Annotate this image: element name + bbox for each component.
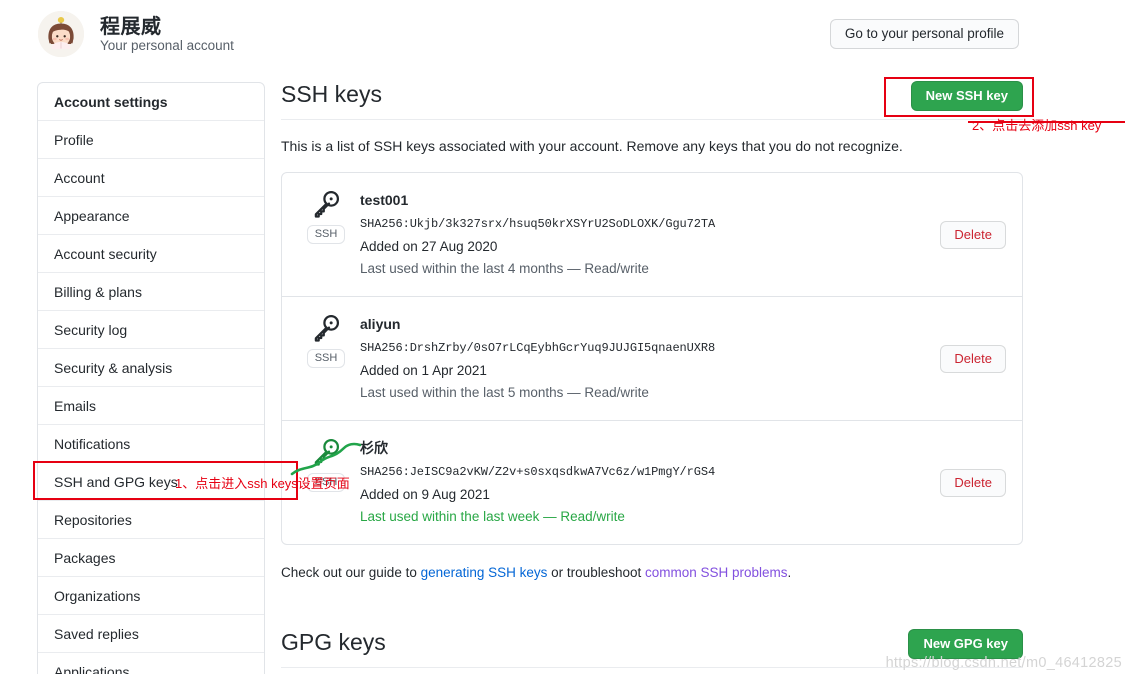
ssh-key-row: SSH aliyun SHA256:DrshZrby/0sO7rLCqEybhGcr… [282,297,1022,421]
key-fingerprint: SHA256:JeISC9a2vKW/Z2v+s0sxqsdkwA7Vc6z/w… [360,465,716,479]
delete-key-button[interactable]: Delete [940,344,1006,373]
key-info: aliyun SHA256:DrshZrby/0sO7rLCqEybhGcrYuq… [350,313,940,404]
page-root: 程展威 Your personal account Go to your per… [0,0,1125,674]
gpg-keys-title: GPG keys [281,629,386,655]
ssh-key-row: SSH test001 SHA256:Ukjb/3k327srx/hsuq50krX… [282,173,1022,297]
ssh-key-row: SSH 杉欣 SHA256:JeISC9a2vKW/Z2v+s0sxqsdkwA7V… [282,421,1022,544]
sidebar-item-packages[interactable]: Packages [38,539,264,577]
go-to-personal-profile-button[interactable]: Go to your personal profile [829,19,1019,49]
key-last-used: Last used within the last 4 months — Rea… [360,261,649,276]
ssh-keys-intro: This is a list of SSH keys associated wi… [281,138,903,154]
sidebar-item-notifications[interactable]: Notifications [38,425,264,463]
ssh-guide-text: Check out our guide to generating SSH ke… [281,565,1023,580]
ssh-badge: SSH [306,349,346,368]
new-ssh-key-button[interactable]: New SSH key [910,81,1023,111]
sidebar-item-applications[interactable]: Applications [38,653,264,674]
key-title: 杉欣 [360,440,388,456]
sidebar-item-emails[interactable]: Emails [38,387,264,425]
page-header: 程展威 Your personal account Go to your per… [0,0,1125,68]
settings-sidebar: Account settings Profile Account Appearance… [37,82,265,674]
common-ssh-problems-link[interactable]: common SSH problems [645,565,788,580]
sidebar-item-saved-replies[interactable]: Saved replies [38,615,264,653]
key-icon [314,438,340,466]
key-fingerprint: SHA256:DrshZrby/0sO7rLCqEybhGcrYuq9JUJGI… [360,341,716,355]
ssh-keys-title: SSH keys [281,81,382,107]
sidebar-item-profile[interactable]: Profile [38,121,264,159]
ssh-keys-header: SSH keys New SSH key [281,78,1023,120]
account-subtitle: Your personal account [100,38,234,53]
sidebar-item-security-analysis[interactable]: Security & analysis [38,349,264,387]
sidebar-item-appearance[interactable]: Appearance [38,197,264,235]
key-title: aliyun [360,316,401,332]
watermark: https://blog.csdn.net/m0_46412825 [885,655,1122,671]
key-icon [314,314,340,342]
guide-middle: or troubleshoot [547,565,645,580]
guide-prefix: Check out our guide to [281,565,421,580]
key-icon-column: SSH [302,313,350,368]
sidebar-item-billing-plans[interactable]: Billing & plans [38,273,264,311]
key-fingerprint: SHA256:Ukjb/3k327srx/hsuq50krXSYrU2SoDLO… [360,217,716,231]
key-title: test001 [360,192,409,208]
sidebar-heading: Account settings [38,83,264,121]
delete-key-button[interactable]: Delete [940,468,1006,497]
sidebar-item-organizations[interactable]: Organizations [38,577,264,615]
ssh-badge: SSH [306,225,346,244]
key-icon [314,190,340,218]
key-icon-column: SSH [302,189,350,244]
delete-key-button[interactable]: Delete [940,220,1006,249]
annotation-text-sidebar: 1、点击进入ssh keys设置页面 [175,476,350,491]
avatar[interactable] [38,11,84,57]
page-title: 程展威 [100,16,162,38]
key-added-date: Added on 27 Aug 2020 [360,239,498,254]
generating-ssh-keys-link[interactable]: generating SSH keys [421,565,548,580]
guide-suffix: . [787,565,792,580]
sidebar-item-repositories[interactable]: Repositories [38,501,264,539]
key-info: 杉欣 SHA256:JeISC9a2vKW/Z2v+s0sxqsdkwA7Vc6z… [350,437,940,528]
key-last-used: Last used within the last 5 months — Rea… [360,385,649,400]
key-last-used: Last used within the last week — Read/wr… [360,509,625,524]
avatar-image [38,11,84,57]
annotation-text-new-ssh-key: 2、点击去添加ssh key [972,118,1102,133]
key-added-date: Added on 9 Aug 2021 [360,487,490,502]
ssh-keys-list: SSH test001 SHA256:Ukjb/3k327srx/hsuq50krX… [281,172,1023,545]
sidebar-item-account[interactable]: Account [38,159,264,197]
sidebar-item-security-log[interactable]: Security log [38,311,264,349]
key-info: test001 SHA256:Ukjb/3k327srx/hsuq50krXSYr… [350,189,940,280]
sidebar-item-account-security[interactable]: Account security [38,235,264,273]
user-avatar-cartoon-icon [38,11,84,57]
main-content: SSH keys New SSH key This is a list of S… [281,78,1023,668]
key-added-date: Added on 1 Apr 2021 [360,363,487,378]
